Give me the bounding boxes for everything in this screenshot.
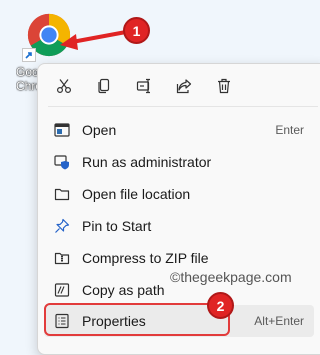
copy-button[interactable] <box>92 74 116 98</box>
delete-button[interactable] <box>212 74 236 98</box>
menu-item-label: Pin to Start <box>82 218 152 234</box>
menu-item-run-as-administrator[interactable]: Run as administrator <box>44 146 314 178</box>
zip-folder-icon <box>54 252 70 265</box>
watermark: ©thegeekpage.com <box>170 269 292 285</box>
menu-item-label: Run as administrator <box>82 154 212 170</box>
rename-button[interactable] <box>132 74 156 98</box>
folder-icon <box>54 188 70 201</box>
menu-item-label: Open <box>82 122 117 138</box>
rename-icon <box>136 78 150 94</box>
menu-item-open[interactable]: Open Enter <box>44 114 314 146</box>
shortcut-arrow-icon <box>22 48 36 62</box>
cut-icon <box>56 79 72 94</box>
annotation-badge-1: 1 <box>123 17 150 44</box>
menu-item-pin-to-start[interactable]: Pin to Start <box>44 210 314 242</box>
shield-icon <box>54 155 69 170</box>
copy-path-icon <box>54 283 70 297</box>
menu-item-shortcut: Alt+Enter <box>254 314 304 328</box>
annotation-highlight-box <box>44 303 230 336</box>
menu-item-open-file-location[interactable]: Open file location <box>44 178 314 210</box>
cut-button[interactable] <box>52 74 76 98</box>
menu-separator <box>48 106 318 107</box>
share-icon <box>176 79 192 94</box>
menu-item-label: Copy as path <box>82 282 165 298</box>
menu-item-shortcut: Enter <box>275 123 304 137</box>
menu-item-label: Compress to ZIP file <box>82 250 209 266</box>
open-icon <box>54 123 70 137</box>
pin-icon <box>55 218 70 233</box>
annotation-badge-2: 2 <box>207 292 234 319</box>
menu-item-label: Open file location <box>82 186 191 202</box>
annotation-arrow <box>60 30 128 50</box>
copy-icon <box>98 78 110 94</box>
delete-icon <box>218 78 230 94</box>
share-button[interactable] <box>172 74 196 98</box>
